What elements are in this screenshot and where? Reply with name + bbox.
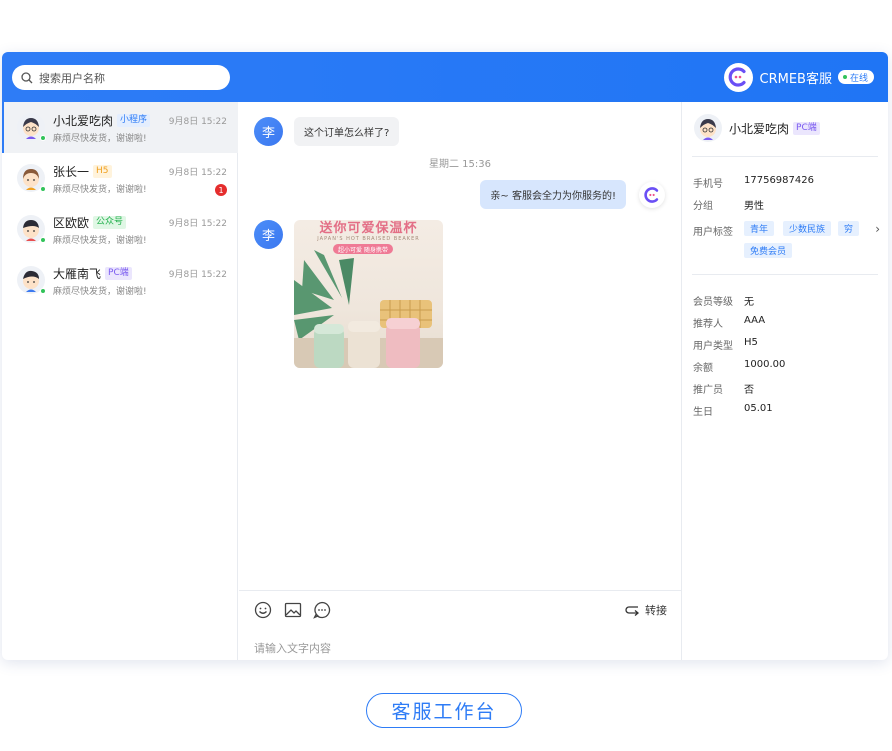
chat-toolbar: 转接 (239, 590, 681, 628)
conversation-name: 张长一 (53, 165, 90, 179)
conversation-time: 9月8日 15:22 (168, 168, 227, 178)
conversation-time: 9月8日 15:22 (168, 219, 227, 229)
channel-tag: PC端 (105, 267, 132, 280)
chevron-right-icon[interactable]: › (875, 222, 880, 236)
avatar (17, 215, 46, 243)
search-input[interactable]: 搜索用户名称 (12, 65, 230, 90)
top-bar: 搜索用户名称 CRMEB客服 在线 (2, 52, 888, 102)
user-avatar: 李 (254, 117, 283, 146)
image-subtitle: JAPAN'S HOT BRAISED BEAKER (317, 236, 420, 242)
crmeb-logo-icon (644, 187, 659, 203)
crmeb-logo-icon (723, 62, 753, 92)
avatar (694, 114, 722, 142)
image-message[interactable]: 送你可爱保温杯 JAPAN'S HOT BRAISED BEAKER 超小可爱 … (294, 220, 443, 368)
user-tag: 免费会员 (744, 243, 793, 258)
image-pill: 超小可爱 随身携带 (333, 244, 393, 254)
conversation-item[interactable]: 小北爱吃肉 小程序 麻烦尽快发货，谢谢啦! 9月8日 15:22 (2, 102, 238, 153)
divider (692, 274, 878, 275)
search-placeholder: 搜索用户名称 (39, 71, 105, 85)
group-label: 分组 (693, 201, 713, 212)
agent-name: CRMEB客服 (759, 71, 832, 87)
detail-value: 1000.00 (744, 359, 786, 370)
unread-badge: 1 (215, 184, 227, 196)
detail-row: 余额 1000.00 (693, 359, 785, 374)
avatar (17, 266, 46, 294)
conversation-time: 9月8日 15:22 (168, 270, 227, 280)
conversation-preview: 麻烦尽快发货，谢谢啦! (53, 134, 147, 144)
phone-value: 17756987426 (744, 175, 814, 186)
outgoing-message: 亲~ 客服会全力为你服务的! (480, 180, 626, 209)
detail-value: 05.01 (744, 403, 773, 414)
tags-row: 用户标签 (693, 223, 744, 238)
conversation-preview: 麻烦尽快发货，谢谢啦! (53, 236, 147, 246)
search-icon (21, 71, 33, 83)
chat-workspace-window: 搜索用户名称 CRMEB客服 在线 小北爱吃肉 小程序 麻烦尽快发货，谢谢啦! 9… (2, 52, 888, 660)
detail-value: AAA (744, 315, 766, 326)
detail-value: H5 (744, 337, 758, 348)
agent-avatar (639, 182, 665, 208)
profile-header: 小北爱吃肉 PC端 (694, 114, 820, 142)
transfer-icon (625, 605, 640, 616)
detail-row: 推广员 否 (693, 381, 754, 396)
detail-value: 无 (744, 297, 754, 308)
conversation-preview: 麻烦尽快发货，谢谢啦! (53, 287, 147, 297)
user-tag: 穷 (838, 221, 860, 236)
workspace-button[interactable]: 客服工作台 (366, 693, 522, 728)
group-value: 男性 (744, 201, 764, 212)
user-avatar: 李 (254, 220, 283, 249)
avatar (17, 113, 46, 141)
incoming-message: 这个订单怎么样了? (294, 117, 400, 146)
online-status-text: 在线 (849, 73, 868, 84)
phone-label: 手机号 (693, 179, 723, 190)
agent-brand: CRMEB客服 在线 (723, 62, 874, 92)
conversation-preview: 麻烦尽快发货，谢谢啦! (53, 185, 147, 195)
channel-tag: H5 (93, 165, 112, 178)
detail-row: 用户类型 H5 (693, 337, 758, 352)
transfer-button[interactable]: 转接 (625, 602, 667, 618)
detail-label: 用户类型 (693, 341, 733, 352)
detail-label: 推广员 (693, 385, 723, 396)
channel-tag: 小程序 (117, 114, 151, 127)
phone-row: 手机号 17756987426 (693, 175, 814, 190)
quick-reply-icon[interactable] (313, 601, 331, 619)
product-photo (294, 250, 443, 368)
transfer-label: 转接 (645, 604, 667, 617)
detail-row: 会员等级无 (693, 293, 754, 308)
conversation-list: 小北爱吃肉 小程序 麻烦尽快发货，谢谢啦! 9月8日 15:22 张长一 H5 麻烦… (2, 102, 238, 660)
user-tag: 少数民族 (783, 221, 832, 236)
detail-row: 生日 05.01 (693, 403, 773, 418)
tags-label: 用户标签 (693, 227, 733, 238)
conversation-name: 大雁南飞 (53, 267, 102, 281)
channel-tag: 公众号 (93, 216, 127, 229)
message-input[interactable]: 请输入文字内容 (254, 640, 331, 656)
chat-panel: 李 这个订单怎么样了? 星期二 15:36 亲~ 客服会全力为你服务的! 李 送… (239, 102, 681, 660)
image-upload-icon[interactable] (284, 601, 302, 619)
user-info-panel: 小北爱吃肉 PC端 手机号 17756987426 分组 男性 用户标签 青年 少数… (681, 102, 888, 660)
conversation-time: 9月8日 15:22 (168, 117, 227, 127)
conversation-name: 区欧欧 (53, 216, 90, 230)
detail-label: 推荐人 (693, 319, 723, 330)
image-title: 送你可爱保温杯 (319, 221, 418, 236)
detail-label: 生日 (693, 407, 713, 418)
detail-row: 推荐人 AAA (693, 315, 765, 330)
online-status-badge[interactable]: 在线 (837, 70, 874, 84)
conversation-item[interactable]: 张长一 H5 麻烦尽快发货，谢谢啦! 9月8日 15:22 1 (2, 153, 238, 204)
channel-tag: PC端 (793, 121, 820, 135)
profile-name: 小北爱吃肉 (729, 121, 790, 136)
conversation-item[interactable]: 大雁南飞 PC端 麻烦尽快发货，谢谢啦! 9月8日 15:22 (2, 255, 238, 306)
emoji-icon[interactable] (254, 601, 272, 619)
conversation-item[interactable]: 区欧欧 公众号 麻烦尽快发货，谢谢啦! 9月8日 15:22 (2, 204, 238, 255)
divider (692, 156, 878, 157)
message-timestamp: 星期二 15:36 (429, 159, 491, 170)
conversation-name: 小北爱吃肉 (53, 114, 114, 128)
detail-label: 会员等级 (693, 297, 733, 308)
user-tag: 青年 (744, 221, 775, 236)
group-row: 分组 男性 (693, 197, 764, 212)
detail-label: 余额 (693, 363, 713, 374)
avatar (17, 164, 46, 192)
detail-value: 否 (744, 385, 754, 396)
